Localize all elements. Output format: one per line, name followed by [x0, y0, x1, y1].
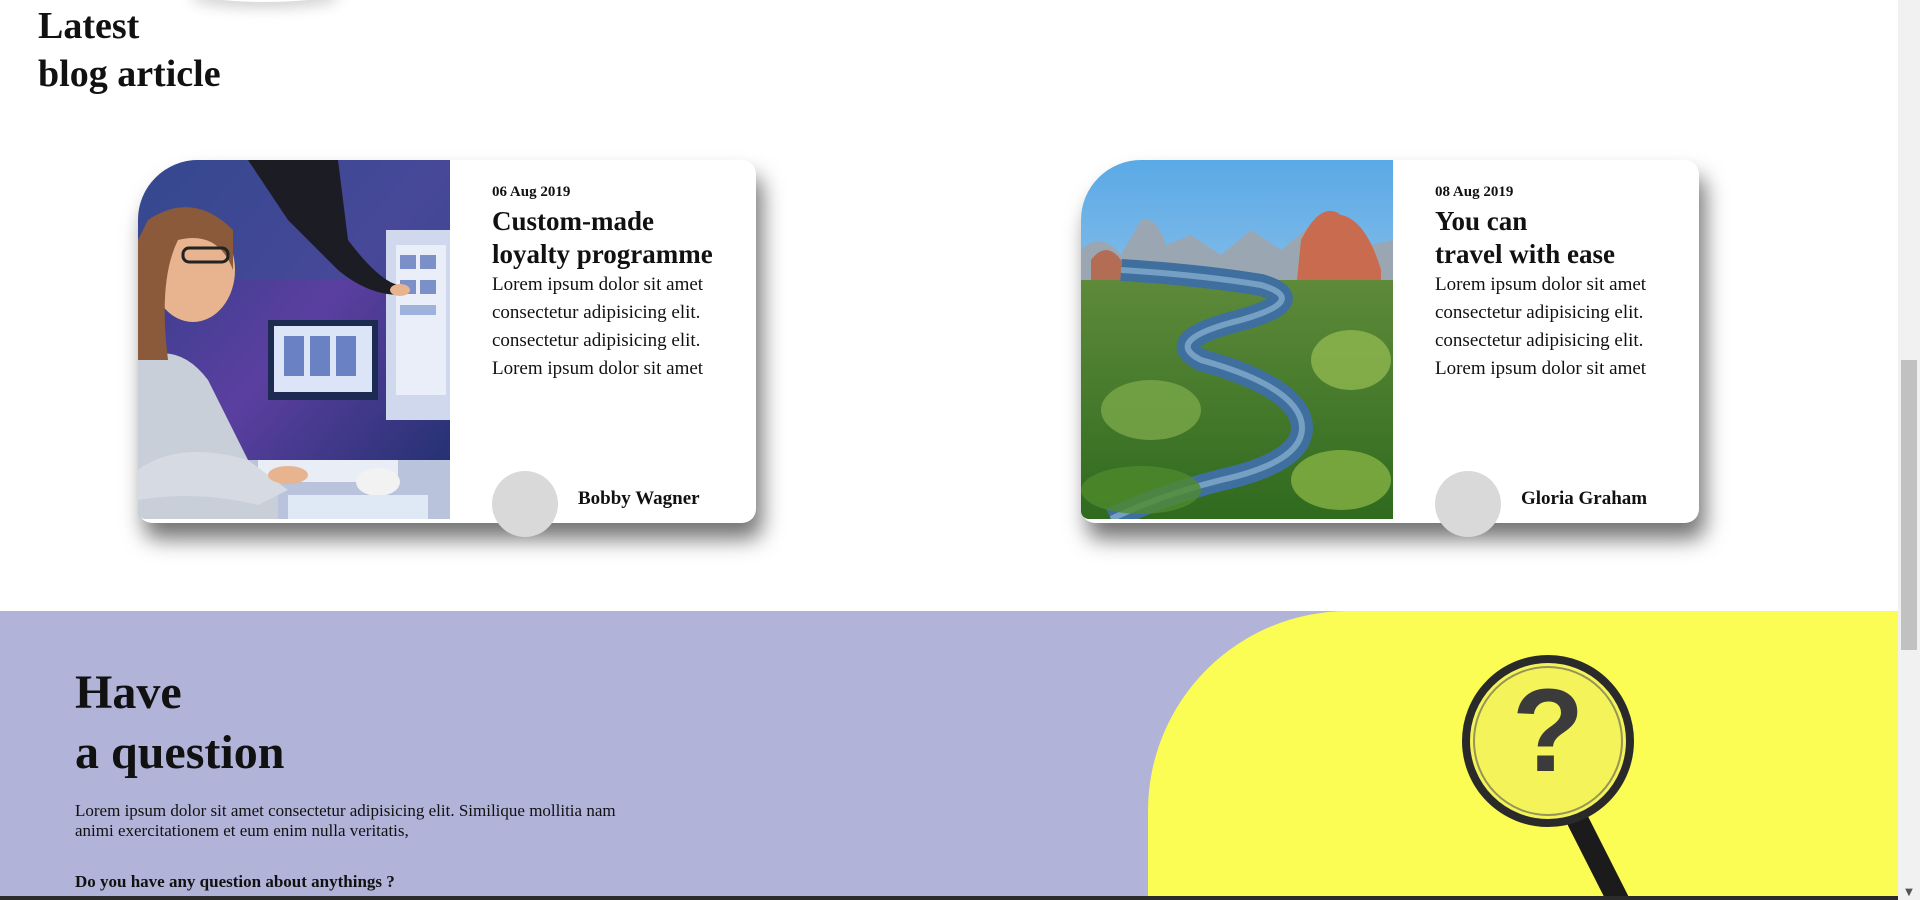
question-section: Have a question Lorem ipsum dolor sit am…	[0, 611, 1898, 900]
author-avatar	[1435, 471, 1501, 537]
question-title: Have a question	[75, 663, 284, 783]
question-image-panel: ?	[1148, 611, 1898, 900]
card-title-line2: loyalty programme	[492, 239, 713, 269]
blog-title-line1: Latest	[38, 5, 140, 47]
card-excerpt-line: Lorem ipsum dolor sit amet	[492, 358, 704, 379]
card-excerpt: Lorem ipsum dolor sit amet consectetur a…	[492, 271, 742, 383]
card-body: 06 Aug 2019 Custom-made loyalty programm…	[492, 184, 742, 383]
card-excerpt-line: Lorem ipsum dolor sit amet	[492, 274, 704, 295]
blog-section-title: Latest blog article	[38, 2, 221, 98]
magnifying-glass-question-icon: ?	[1462, 655, 1634, 900]
card-excerpt-line: Lorem ipsum dolor sit amet	[1435, 274, 1647, 295]
card-excerpt-line: consectetur adipisicing elit.	[1435, 330, 1644, 351]
card-body: 08 Aug 2019 You can travel with ease Lor…	[1435, 184, 1685, 383]
card-date: 06 Aug 2019	[492, 184, 571, 200]
card-excerpt-line: Lorem ipsum dolor sit amet	[1435, 358, 1647, 379]
card-title-line1: You can	[1435, 206, 1528, 236]
blog-card[interactable]: 08 Aug 2019 You can travel with ease Lor…	[1081, 160, 1699, 537]
card-date: 08 Aug 2019	[1435, 184, 1514, 200]
blog-card[interactable]: 06 Aug 2019 Custom-made loyalty programm…	[138, 160, 756, 537]
person-at-computer-photo	[138, 160, 450, 519]
card-excerpt: Lorem ipsum dolor sit amet consectetur a…	[1435, 271, 1685, 383]
svg-text:?: ?	[1512, 665, 1584, 797]
page: Latest blog article 06 Aug 2019 Custom-m…	[0, 0, 1920, 900]
vertical-scrollbar[interactable]: ▼	[1898, 0, 1920, 900]
card-title-line2: travel with ease	[1435, 239, 1615, 269]
card-excerpt-line: consectetur adipisicing elit.	[1435, 302, 1644, 323]
author-avatar	[492, 471, 558, 537]
card-title[interactable]: Custom-made loyalty programme	[492, 205, 742, 271]
question-prompt: Do you have any question about anythings…	[75, 872, 395, 891]
author-name: Gloria Graham	[1521, 488, 1648, 509]
card-excerpt-line: consectetur adipisicing elit.	[492, 302, 701, 323]
question-description: Lorem ipsum dolor sit amet consectetur a…	[75, 801, 616, 840]
scroll-down-arrow-icon[interactable]: ▼	[1898, 887, 1920, 898]
card-title[interactable]: You can travel with ease	[1435, 205, 1685, 271]
scrollbar-thumb[interactable]	[1901, 360, 1917, 650]
card-title-line1: Custom-made	[492, 206, 654, 236]
blog-title-line2: blog article	[38, 53, 221, 95]
bottom-bar	[0, 896, 1898, 900]
question-title-line2: a question	[75, 726, 285, 779]
question-title-line1: Have	[75, 666, 182, 719]
river-landscape-photo	[1081, 160, 1393, 519]
author-name: Bobby Wagner	[578, 488, 700, 509]
card-excerpt-line: consectetur adipisicing elit.	[492, 330, 701, 351]
